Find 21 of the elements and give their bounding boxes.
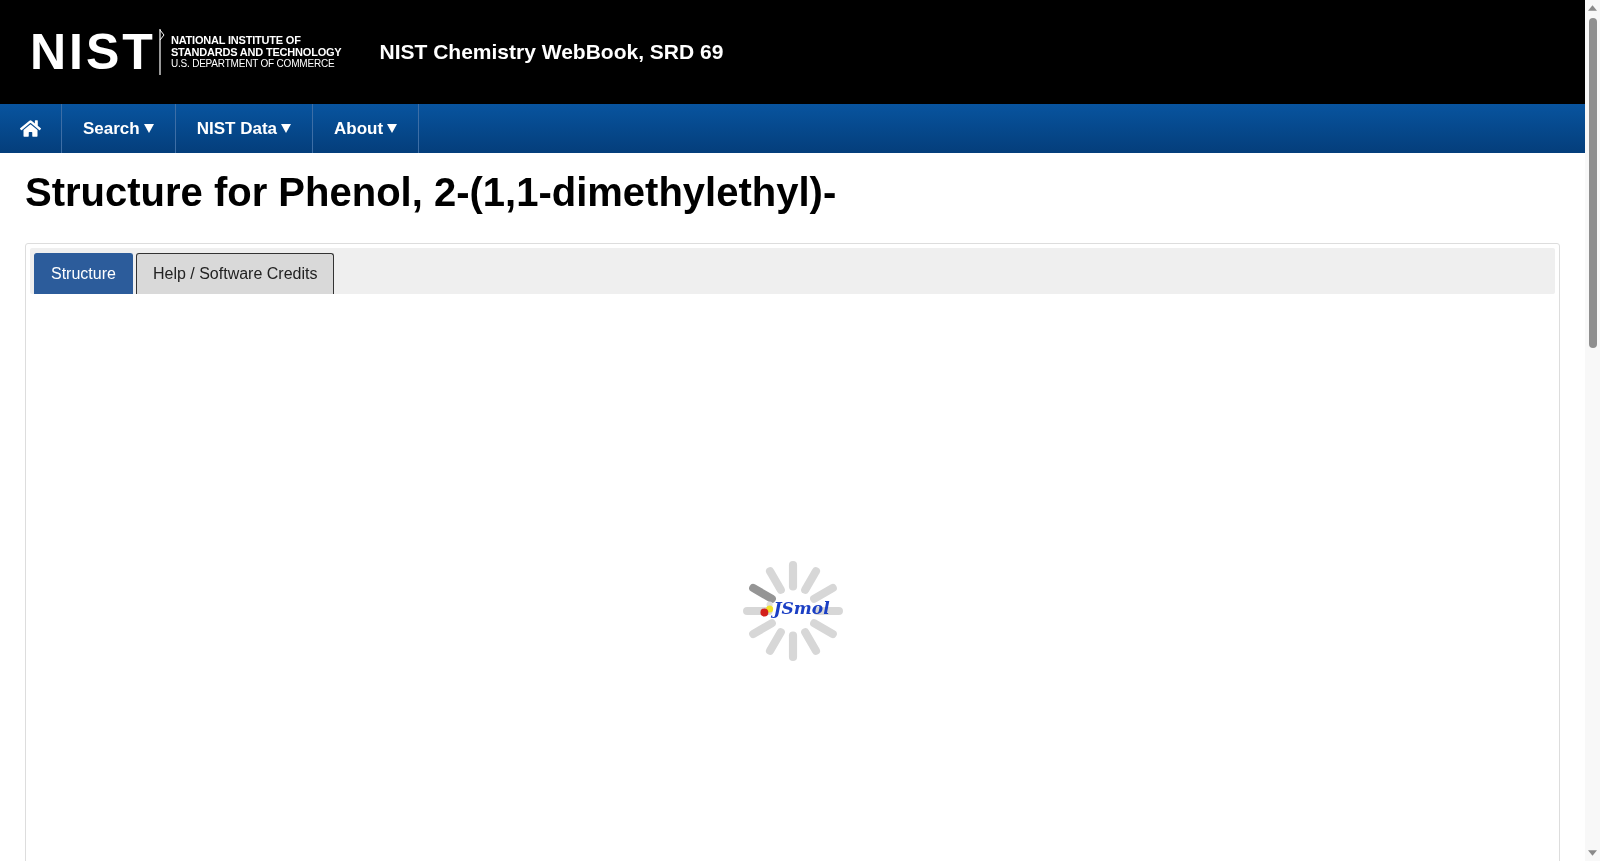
nav-menu-item[interactable]: About xyxy=(313,104,420,153)
logo-tagline-text: U.S. DEPARTMENT OF COMMERCE xyxy=(170,58,336,70)
scrollbar-thumb[interactable] xyxy=(1588,18,1597,348)
nist-logo-wordmark[interactable]: NIST xyxy=(30,27,156,77)
scroll-up-arrow-icon[interactable] xyxy=(1588,5,1597,11)
logo-tagline-text: NATIONAL INSTITUTE OF xyxy=(170,34,302,46)
logo-divider-icon xyxy=(158,29,165,75)
tab[interactable]: Help / Software Credits xyxy=(135,253,335,294)
scroll-down-arrow-icon[interactable] xyxy=(1588,850,1597,856)
jsmol-logo-text: JSmol xyxy=(773,600,830,617)
nav-menu-item[interactable]: Search xyxy=(62,104,176,153)
home-icon xyxy=(20,119,41,138)
page-title: Structure for Phenol, 2-(1,1-dimethylethyl)- xyxy=(25,170,837,214)
caret-icon xyxy=(387,124,398,133)
site-title[interactable]: NIST Chemistry WebBook, SRD 69 xyxy=(379,36,724,68)
tab[interactable]: Structure xyxy=(34,253,133,294)
nav-menu-item[interactable]: NIST Data xyxy=(175,104,313,153)
scrollbar[interactable] xyxy=(1585,0,1600,861)
logo-tagline-text: STANDARDS AND TECHNOLOGY xyxy=(170,46,342,58)
caret-icon xyxy=(143,124,154,133)
caret-icon xyxy=(281,124,291,133)
